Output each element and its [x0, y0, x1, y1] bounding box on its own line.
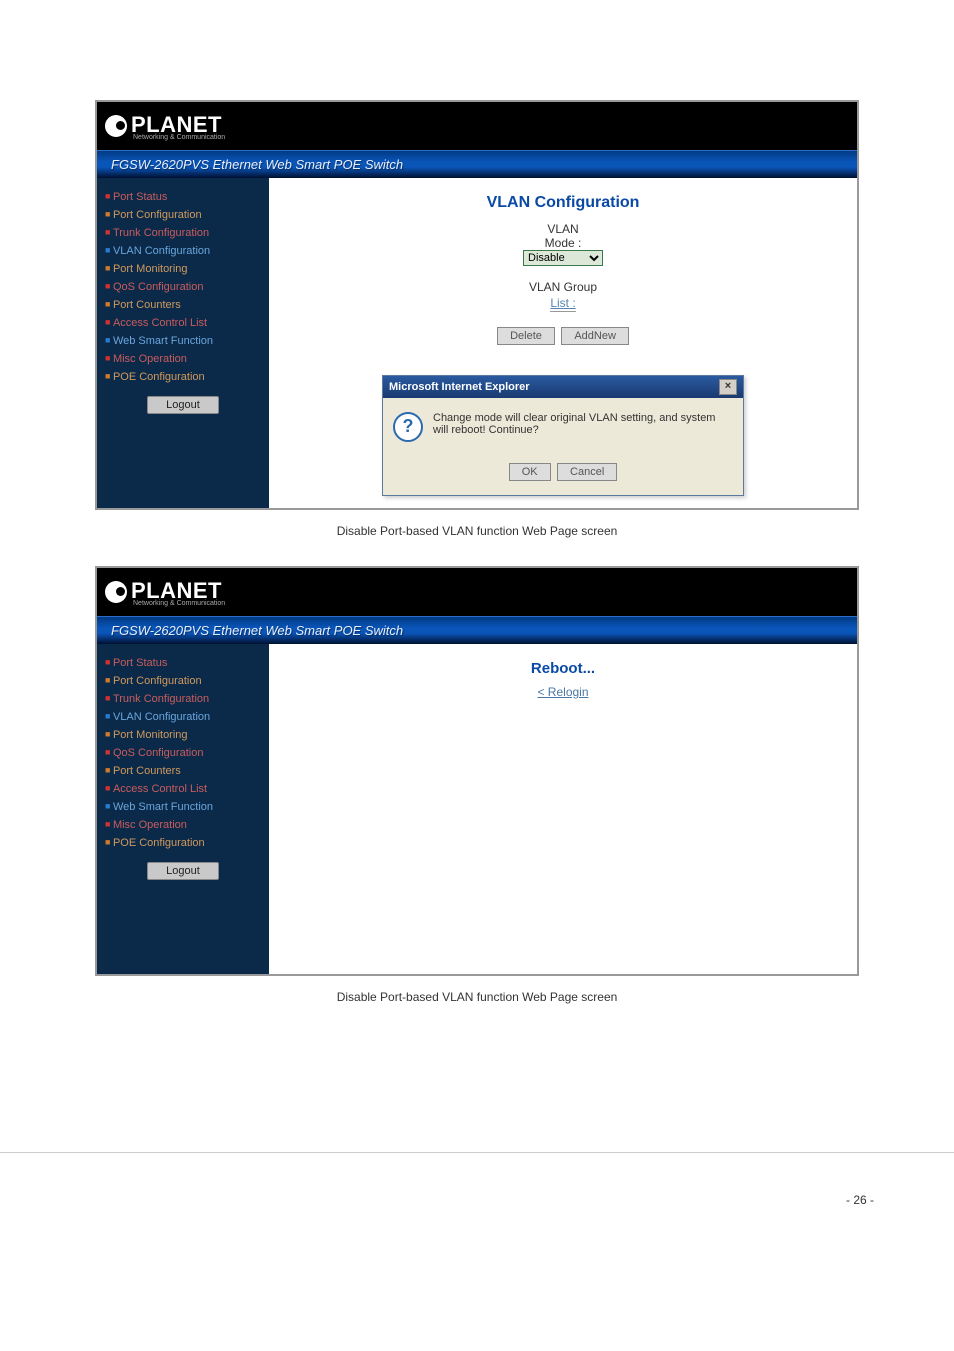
mode-label: Mode : [289, 236, 837, 250]
sidebar-item-vlan-config[interactable]: VLAN Configuration [103, 242, 263, 260]
content-area: VLAN Configuration VLAN Mode : Disable V… [269, 178, 857, 508]
logo-icon [105, 115, 127, 137]
app-header: PLANET Networking & Communication [97, 102, 857, 150]
sidebar-item-port-config[interactable]: Port Configuration [103, 672, 263, 690]
sidebar-item-acl[interactable]: Access Control List [103, 780, 263, 798]
app-frame-1: PLANET Networking & Communication FGSW-2… [95, 100, 859, 510]
logo-subtext: Networking & Communication [133, 134, 225, 141]
sidebar-item-qos-config[interactable]: QoS Configuration [103, 744, 263, 762]
sidebar-item-poe-config[interactable]: POE Configuration [103, 834, 263, 852]
reboot-title: Reboot... [289, 660, 837, 677]
sidebar-item-misc[interactable]: Misc Operation [103, 816, 263, 834]
page-title: VLAN Configuration [289, 194, 837, 212]
vlan-label: VLAN [289, 222, 837, 236]
sidebar-item-port-counters[interactable]: Port Counters [103, 762, 263, 780]
caption-2: Disable Port-based VLAN function Web Pag… [95, 990, 859, 1004]
sidebar-item-port-monitoring[interactable]: Port Monitoring [103, 726, 263, 744]
sidebar-item-web-smart[interactable]: Web Smart Function [103, 798, 263, 816]
page-number: - 26 - [0, 1152, 954, 1227]
sidebar-item-port-monitoring[interactable]: Port Monitoring [103, 260, 263, 278]
sidebar-item-port-status[interactable]: Port Status [103, 654, 263, 672]
banner-title: FGSW-2620PVS Ethernet Web Smart POE Swit… [111, 157, 403, 172]
dialog-cancel-button[interactable]: Cancel [557, 463, 617, 481]
sidebar-item-trunk-config[interactable]: Trunk Configuration [103, 224, 263, 242]
sidebar-item-poe-config[interactable]: POE Configuration [103, 368, 263, 386]
sidebar-2: Port Status Port Configuration Trunk Con… [97, 644, 269, 974]
sidebar-item-misc[interactable]: Misc Operation [103, 350, 263, 368]
logo-subtext-2: Networking & Communication [133, 600, 225, 607]
app-header-2: PLANET Networking & Communication [97, 568, 857, 616]
logout-button-2[interactable]: Logout [147, 862, 219, 880]
addnew-button[interactable]: AddNew [561, 327, 629, 345]
dialog-ok-button[interactable]: OK [509, 463, 551, 481]
sidebar-item-port-config[interactable]: Port Configuration [103, 206, 263, 224]
caption-1: Disable Port-based VLAN function Web Pag… [95, 524, 859, 538]
question-icon: ? [393, 412, 423, 442]
logo-2: PLANET Networking & Communication [105, 578, 225, 607]
delete-button[interactable]: Delete [497, 327, 555, 345]
banner-2: FGSW-2620PVS Ethernet Web Smart POE Swit… [97, 616, 857, 644]
vlan-list-link[interactable]: List : [550, 296, 575, 312]
confirm-dialog: Microsoft Internet Explorer × ? Change m… [382, 375, 744, 496]
sidebar-item-port-status[interactable]: Port Status [103, 188, 263, 206]
logo-text-2: PLANET [131, 578, 222, 603]
sidebar-item-vlan-config[interactable]: VLAN Configuration [103, 708, 263, 726]
dialog-title-text: Microsoft Internet Explorer [389, 381, 530, 393]
sidebar-item-qos-config[interactable]: QoS Configuration [103, 278, 263, 296]
sidebar-item-acl[interactable]: Access Control List [103, 314, 263, 332]
sidebar: Port Status Port Configuration Trunk Con… [97, 178, 269, 508]
banner-title-2: FGSW-2620PVS Ethernet Web Smart POE Swit… [111, 623, 403, 638]
logo-text: PLANET [131, 112, 222, 137]
sidebar-item-trunk-config[interactable]: Trunk Configuration [103, 690, 263, 708]
dialog-message: Change mode will clear original VLAN set… [433, 412, 733, 436]
content-area-2: Reboot... < Relogin [269, 644, 857, 974]
app-frame-2: PLANET Networking & Communication FGSW-2… [95, 566, 859, 976]
dialog-close-icon[interactable]: × [719, 379, 737, 395]
banner: FGSW-2620PVS Ethernet Web Smart POE Swit… [97, 150, 857, 178]
sidebar-item-port-counters[interactable]: Port Counters [103, 296, 263, 314]
logo: PLANET Networking & Communication [105, 112, 225, 141]
vlan-group-label: VLAN Group [289, 280, 837, 294]
logout-button[interactable]: Logout [147, 396, 219, 414]
dialog-titlebar: Microsoft Internet Explorer × [383, 376, 743, 398]
sidebar-item-web-smart[interactable]: Web Smart Function [103, 332, 263, 350]
logo-icon-2 [105, 581, 127, 603]
vlan-mode-select[interactable]: Disable [523, 250, 603, 266]
relogin-link[interactable]: < Relogin [289, 685, 837, 699]
